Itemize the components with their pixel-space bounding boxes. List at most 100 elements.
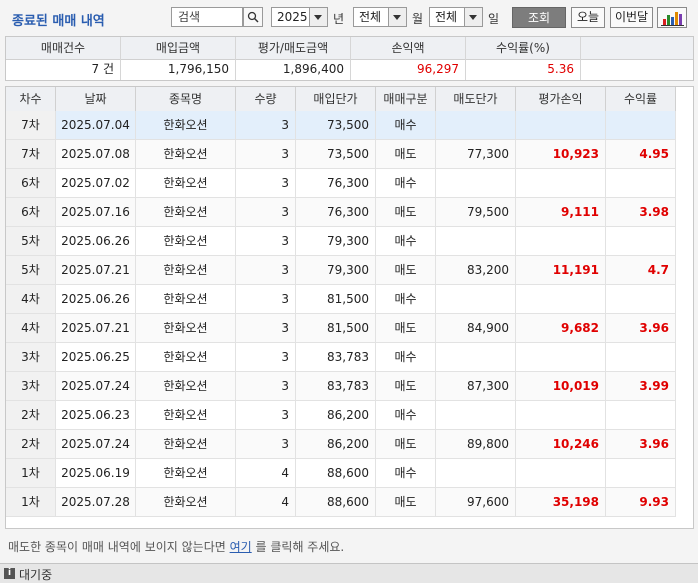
cell-round: 4차 (6, 314, 56, 342)
table-row[interactable]: 1차 2025.07.28 한화오션 4 88,600 매도 97,600 35,198 9.9… (6, 488, 676, 517)
table-row[interactable]: 6차 2025.07.16 한화오션 3 76,300 매도 79,500 9,111 3.98 (6, 198, 676, 227)
col-name[interactable]: 종목명 (136, 87, 236, 111)
cell-type: 매수 (376, 227, 436, 255)
cell-rate: 3.96 (606, 314, 676, 342)
cell-type: 매도 (376, 430, 436, 458)
col-round[interactable]: 차수 (6, 87, 56, 111)
cell-sell-price: 77,300 (436, 140, 516, 168)
table-row[interactable]: 5차 2025.07.21 한화오션 3 79,300 매도 83,200 11,191 4.7 (6, 256, 676, 285)
cell-date: 2025.07.24 (56, 430, 136, 458)
cell-type: 매도 (376, 488, 436, 516)
table-row[interactable]: 3차 2025.07.24 한화오션 3 83,783 매도 87,300 10,019 3.9… (6, 372, 676, 401)
cell-name: 한화오션 (136, 488, 236, 516)
cell-pnl: 10,246 (516, 430, 606, 458)
search-button[interactable] (243, 7, 263, 27)
cell-name: 한화오션 (136, 372, 236, 400)
cell-pnl: 10,019 (516, 372, 606, 400)
cell-buy-price: 79,300 (296, 256, 376, 284)
today-button[interactable]: 오늘 (571, 7, 605, 28)
col-buy-price[interactable]: 매입단가 (296, 87, 376, 111)
cell-name: 한화오션 (136, 314, 236, 342)
this-month-button[interactable]: 이번달 (610, 7, 653, 28)
summary-header: 매매건수 매입금액 평가/매도금액 손익액 수익률(%) (6, 37, 693, 60)
notice-before: 매도한 종목이 매매 내역에 보이지 않는다면 (8, 540, 230, 554)
summary-header-sell: 평가/매도금액 (236, 37, 351, 59)
chevron-down-icon[interactable] (464, 8, 482, 26)
cell-type: 매수 (376, 169, 436, 197)
cell-date: 2025.07.21 (56, 314, 136, 342)
cell-buy-price: 73,500 (296, 111, 376, 139)
cell-type: 매도 (376, 256, 436, 284)
table-row[interactable]: 2차 2025.06.23 한화오션 3 86,200 매수 (6, 401, 676, 430)
summary-count: 7 건 (6, 59, 121, 80)
search-input[interactable]: 검색 (171, 7, 243, 27)
table-row[interactable]: 4차 2025.06.26 한화오션 3 81,500 매수 (6, 285, 676, 314)
cell-sell-price (436, 459, 516, 487)
table-row[interactable]: 4차 2025.07.21 한화오션 3 81,500 매도 84,900 9,682 3.96 (6, 314, 676, 343)
day-label: 일 (488, 12, 500, 26)
col-rate[interactable]: 수익률 (606, 87, 676, 111)
cell-round: 7차 (6, 111, 56, 139)
cell-rate: 9.93 (606, 488, 676, 516)
year-label: 년 (333, 12, 345, 26)
col-qty[interactable]: 수량 (236, 87, 296, 111)
month-select[interactable]: 전체 (353, 7, 407, 27)
cell-type: 매도 (376, 372, 436, 400)
cell-date: 2025.07.02 (56, 169, 136, 197)
summary-header-profit: 손익액 (351, 37, 466, 59)
chevron-down-icon[interactable] (309, 8, 327, 26)
cell-sell-price (436, 169, 516, 197)
cell-date: 2025.06.25 (56, 343, 136, 371)
toolbar: 종료된 매매 내역 검색 2025 년 전체 월 전체 일 조회 오늘 이번달 (0, 0, 698, 34)
table-row[interactable]: 1차 2025.06.19 한화오션 4 88,600 매수 (6, 459, 676, 488)
table-row[interactable]: 7차 2025.07.04 한화오션 3 73,500 매수 (6, 111, 676, 140)
cell-round: 3차 (6, 372, 56, 400)
cell-date: 2025.06.26 (56, 285, 136, 313)
status-text: 대기중 (19, 568, 53, 582)
cell-qty: 3 (236, 198, 296, 226)
cell-name: 한화오션 (136, 140, 236, 168)
cell-rate: 4.95 (606, 140, 676, 168)
table-row[interactable]: 7차 2025.07.08 한화오션 3 73,500 매도 77,300 10,923 4.9… (6, 140, 676, 169)
table-row[interactable]: 3차 2025.06.25 한화오션 3 83,783 매수 (6, 343, 676, 372)
cell-pnl (516, 401, 606, 429)
chart-button[interactable] (657, 7, 687, 28)
cell-rate (606, 169, 676, 197)
table-row[interactable]: 5차 2025.06.26 한화오션 3 79,300 매수 (6, 227, 676, 256)
cell-pnl (516, 169, 606, 197)
table-row[interactable]: 2차 2025.07.24 한화오션 3 86,200 매도 89,800 10,246 3.9… (6, 430, 676, 459)
cell-qty: 4 (236, 488, 296, 516)
chevron-down-icon[interactable] (388, 8, 406, 26)
cell-buy-price: 83,783 (296, 372, 376, 400)
col-trade-type[interactable]: 매매구분 (376, 87, 436, 111)
cell-round: 1차 (6, 488, 56, 516)
query-button[interactable]: 조회 (512, 7, 566, 28)
table-header: 차수 날짜 종목명 수량 매입단가 매매구분 매도단가 평가손익 수익률 (6, 87, 676, 112)
cell-pnl: 9,682 (516, 314, 606, 342)
cell-sell-price: 79,500 (436, 198, 516, 226)
cell-name: 한화오션 (136, 169, 236, 197)
cell-date: 2025.07.24 (56, 372, 136, 400)
cell-round: 2차 (6, 401, 56, 429)
year-select[interactable]: 2025 (271, 7, 328, 27)
cell-pnl (516, 459, 606, 487)
cell-buy-price: 79,300 (296, 227, 376, 255)
notice-link[interactable]: 여기 (230, 540, 252, 554)
cell-type: 매수 (376, 343, 436, 371)
cell-name: 한화오션 (136, 227, 236, 255)
cell-buy-price: 76,300 (296, 198, 376, 226)
summary-sell-amount: 1,896,400 (236, 59, 351, 80)
cell-round: 2차 (6, 430, 56, 458)
cell-qty: 3 (236, 314, 296, 342)
cell-rate (606, 111, 676, 139)
cell-pnl (516, 111, 606, 139)
cell-pnl: 9,111 (516, 198, 606, 226)
col-pnl[interactable]: 평가손익 (516, 87, 606, 111)
cell-pnl: 11,191 (516, 256, 606, 284)
month-select-value: 전체 (359, 10, 382, 24)
table-row[interactable]: 6차 2025.07.02 한화오션 3 76,300 매수 (6, 169, 676, 198)
col-sell-price[interactable]: 매도단가 (436, 87, 516, 111)
cell-date: 2025.06.26 (56, 227, 136, 255)
day-select[interactable]: 전체 (429, 7, 483, 27)
col-date[interactable]: 날짜 (56, 87, 136, 111)
